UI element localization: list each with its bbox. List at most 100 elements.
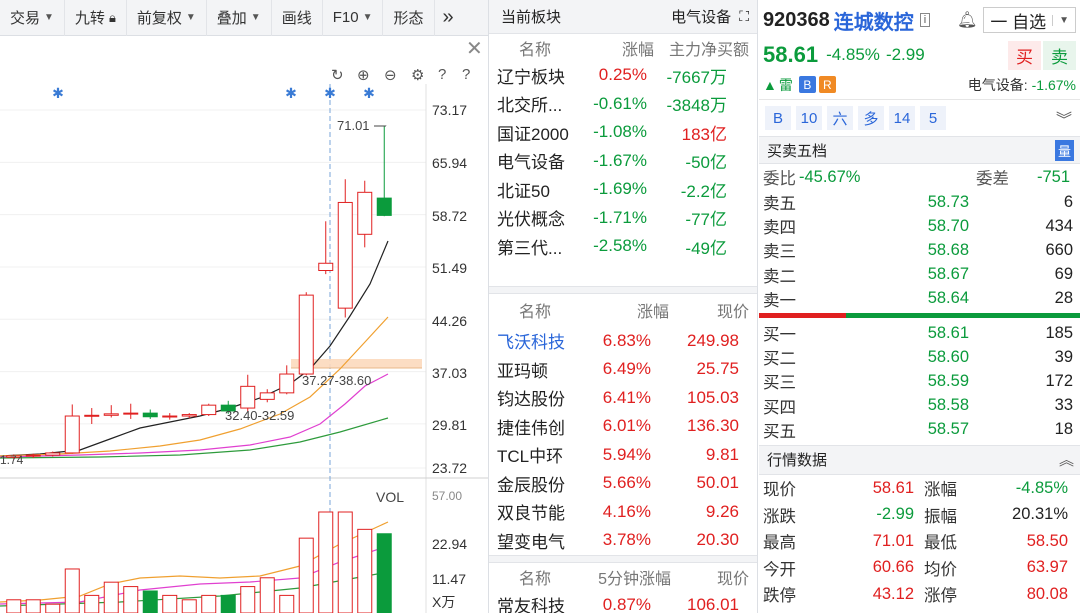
toolbar-draw[interactable]: 画线 [272,0,323,36]
close-icon[interactable]: ✕ [466,36,483,61]
sector-row[interactable]: 辽宁板块 0.25% -7667万 [489,61,757,90]
ask-row[interactable]: 卖一 58.64 28 [759,287,1080,311]
toolbar-f10[interactable]: F10 ▼ [323,0,384,36]
toolbar-overlay[interactable]: 叠加 ▼ [207,0,272,36]
sector-name: 国证2000 [497,124,569,144]
help-icon[interactable]: ? [438,66,446,83]
sector-row[interactable]: 北交所... -0.61% -3848万 [489,90,757,119]
zoom-out-icon[interactable]: ⊖ [384,66,397,84]
ask-row[interactable]: 卖二 58.67 69 [759,263,1080,287]
sector-change: -1.71% [593,207,647,227]
member-name: 金辰股份 [497,475,565,495]
member-row[interactable]: 金辰股份 5.66% 50.01 [489,469,757,498]
ask-row[interactable]: 卖四 58.70 434 [759,214,1080,238]
signal-tag[interactable]: 六 [827,106,853,130]
info-icon[interactable]: ? [462,66,470,83]
stock-name[interactable]: 连城数控 [834,6,914,35]
sector-net: -3848万 [666,96,727,116]
col-net: 主力净买额 [668,41,749,59]
toolbar-adjust[interactable]: 前复权 ▼ [127,0,207,36]
bid-row[interactable]: 买一 58.61 185 [759,321,1080,345]
bid-row[interactable]: 买三 58.59 172 [759,369,1080,393]
sector-change: -1.69% [593,179,647,199]
volume-bar [298,537,314,613]
kline-chart[interactable]: ✱ ✱ ✱ ✱ 71.01 37.27-38.60 32.40-32.59 1.… [0,84,488,613]
member-row[interactable]: 捷佳伟创 6.01% 136.30 [489,412,757,441]
y-tick: 29.81 [432,417,467,433]
volume-bar [220,594,236,613]
range2-annotation: 32.40-32.59 [225,408,294,423]
sector-row[interactable]: 光伏概念 -1.71% -77亿 [489,204,757,233]
candle-body [162,415,178,418]
member-row[interactable]: 飞沃科技 6.83% 249.98 [489,327,757,356]
member-price: 105.03 [687,387,739,407]
quote-row: 跌停 43.12 涨停 80.08 [759,581,1080,608]
quote-value: 80.08 [1026,584,1068,603]
toolbar-nine-turn[interactable]: 九转 🔒︎ [65,0,127,36]
chevron-down-icon: ▼ [250,12,261,23]
signal-tag[interactable]: 14 [889,106,915,130]
member-change: 5.66% [602,473,651,493]
quote-row: 今开 60.66 均价 63.97 [759,554,1080,581]
quote-value: -4.85% [1015,478,1068,497]
qty-icon[interactable]: 量 [1054,139,1074,161]
bid-label: 买一 [763,326,796,345]
bell-icon[interactable]: 🔔︎ [951,6,983,34]
fivemin-change: 0.87% [602,594,651,613]
info-icon[interactable]: i [919,13,931,27]
sell-button[interactable]: 卖 [1043,40,1076,70]
watchlist-button[interactable]: 一 自选 ▼ [983,7,1076,33]
member-row[interactable]: TCL中环 5.94% 9.81 [489,441,757,470]
fivemin-row[interactable]: 常友科技 0.87% 106.01 [489,591,757,613]
more-icon[interactable]: » [435,0,462,36]
member-row[interactable]: 双良节能 4.16% 9.26 [489,498,757,527]
col-name: 名称 [519,304,552,321]
member-row[interactable]: 钧达股份 6.41% 105.03 [489,384,757,413]
settings-icon[interactable]: ⚙ [411,66,424,84]
thunder-tag[interactable]: ▲ 雷 [763,75,793,95]
signal-tag[interactable]: 10 [796,106,822,130]
bid-row[interactable]: 买二 58.60 39 [759,345,1080,369]
quote-header: 行情数据 ︽ [759,444,1080,475]
sector-row[interactable]: 北证50 -1.69% -2.2亿 [489,175,757,204]
vol-label: VOL [376,489,404,505]
member-name: 飞沃科技 [497,333,565,353]
volume-bar [240,586,256,613]
zoom-in-icon[interactable]: ⊕ [357,66,370,84]
sector-change: -2.58% [593,236,647,256]
collapse-icon[interactable]: ︽ [1059,449,1074,470]
chevron-down-icon[interactable]: ▼ [1052,14,1075,26]
member-row[interactable]: 望变电气 3.78% 20.30 [489,526,757,555]
badge-r[interactable]: R [818,76,836,93]
expand-down-icon[interactable]: ︾ [1056,106,1072,130]
sector-row[interactable]: 第三代... -2.58% -49亿 [489,232,757,261]
toolbar-trade[interactable]: 交易 ▼ [0,0,65,36]
candle-body [357,191,373,235]
y-tick: 44.26 [432,313,467,329]
ask-vol: 660 [1045,240,1073,259]
thunder-label: 雷 [778,76,793,93]
signal-tag[interactable]: 5 [920,106,946,130]
sector-row[interactable]: 国证2000 -1.08% 183亿 [489,118,757,147]
expand-icon[interactable]: ⛶ [739,8,749,25]
signal-tag[interactable]: B [765,106,791,130]
quote-label: 涨停 [924,587,957,606]
toolbar-pattern[interactable]: 形态 [383,0,435,36]
member-row[interactable]: 亚玛顿 6.49% 25.75 [489,355,757,384]
undo-icon[interactable]: ↻ [331,66,344,84]
signal-tag[interactable]: 多 [858,106,884,130]
sector-net: -2.2亿 [680,181,727,201]
bid-row[interactable]: 买五 58.57 18 [759,418,1080,442]
quote-value: 58.50 [1026,531,1068,550]
event-marker: ✱ [324,85,336,101]
bid-price: 58.58 [927,396,969,415]
buy-button[interactable]: 买 [1008,40,1041,70]
ask-row[interactable]: 卖三 58.68 660 [759,238,1080,262]
ask-row[interactable]: 卖五 58.73 6 [759,190,1080,214]
bid-row[interactable]: 买四 58.58 33 [759,394,1080,418]
badge-b[interactable]: B [798,76,816,93]
sector-row[interactable]: 电气设备 -1.67% -50亿 [489,147,757,176]
sector-current[interactable]: 电气设备 [671,6,731,27]
ask-price: 58.68 [927,240,969,259]
sector-net: -49亿 [685,238,727,258]
